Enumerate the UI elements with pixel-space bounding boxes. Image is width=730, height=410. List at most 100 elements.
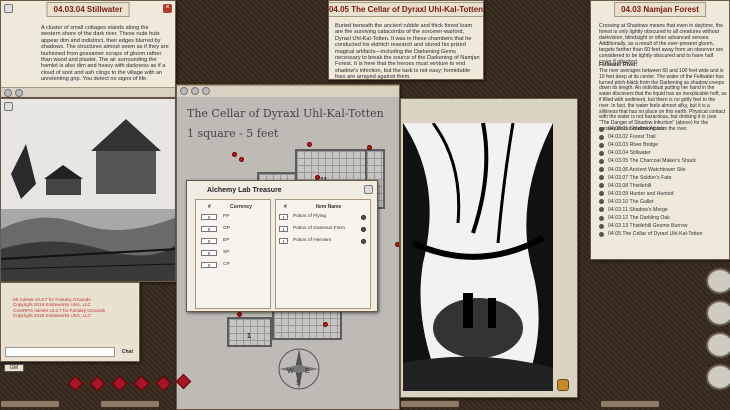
share-icon[interactable]	[15, 89, 23, 97]
list-item[interactable]: 04.03.11 Shadow's Merge	[599, 206, 729, 214]
list-item[interactable]: 04.03.05 The Charcoal Maker's Shack	[599, 157, 729, 165]
map-title: The Cellar of Dyraxl Uhl-Kal-Totten	[187, 107, 384, 120]
d8-die-icon[interactable]	[111, 375, 128, 392]
items-num-header: #	[284, 204, 287, 210]
sidebar-button[interactable]	[706, 332, 730, 358]
list-item[interactable]: 04.03.12 The Darkling Oak	[599, 214, 729, 222]
artwork-corner-button[interactable]	[557, 379, 569, 391]
svg-text:E: E	[305, 368, 310, 375]
bullet-icon	[599, 142, 604, 148]
stillwater-window[interactable]: × 04.03.04 Stillwater A cluster of small…	[0, 0, 176, 98]
window-title: 04.05 The Cellar of Dyraxl Uhl-Kal-Totte…	[329, 2, 483, 17]
treasure-title: Alchemy Lab Treasure	[207, 187, 282, 194]
currency-code: GP	[223, 226, 230, 231]
d6-die-icon[interactable]	[89, 375, 106, 392]
items-header: Item Name	[316, 204, 342, 210]
currency-header: Currency	[230, 204, 252, 210]
compass-rose-icon: W E S	[278, 348, 320, 390]
list-item[interactable]: 04.03.08 Thistlehill	[599, 182, 729, 190]
item-name[interactable]: Potion of Heroism	[293, 238, 331, 243]
currency-code: EP	[223, 238, 230, 243]
list-item[interactable]: 04.05 The Cellar of Dyraxl Uhl-Kal-Totte…	[599, 230, 729, 238]
list-item[interactable]: 04.03.13 Thistlehill Gnome Burrow	[599, 222, 729, 230]
item-qty-field[interactable]: 1	[279, 214, 288, 220]
d12-die-icon[interactable]	[155, 375, 172, 392]
hotkey-slot[interactable]	[0, 400, 60, 408]
list-item[interactable]: 04.03.10 The Gallet	[599, 198, 729, 206]
gm-identity[interactable]: GM	[4, 364, 24, 372]
d10-die-icon[interactable]	[133, 375, 150, 392]
map-room	[227, 317, 272, 347]
item-link-icon[interactable]	[361, 239, 366, 244]
bullet-icon	[599, 199, 604, 205]
list-item[interactable]: 04.03.07 The Soldier's Fate	[599, 174, 729, 182]
bullet-icon	[599, 175, 604, 181]
chat-window[interactable]: 5E ruleset v3.3.7 for Fantasy Grounds Co…	[0, 282, 140, 362]
subsection-list: 04.03.01 Shadow Attack 04.03.02 Forest T…	[599, 125, 729, 238]
close-icon[interactable]: ×	[163, 4, 172, 13]
item-qty-field[interactable]: 1	[279, 238, 288, 244]
bullet-icon	[599, 215, 604, 221]
currency-amount-field[interactable]: 0	[201, 238, 217, 244]
hotkey-slot[interactable]	[600, 400, 660, 408]
bullet-icon	[599, 183, 604, 189]
d4-die-icon[interactable]	[67, 375, 84, 392]
list-item[interactable]: 04.03.04 Stillwater	[599, 149, 729, 157]
lock-icon[interactable]	[4, 102, 13, 111]
cellar-window[interactable]: 04.05 The Cellar of Dyraxl Uhl-Kal-Totte…	[328, 0, 484, 80]
item-link-icon[interactable]	[361, 215, 366, 220]
window-title: 04.03 Namjan Forest	[614, 2, 706, 17]
svg-text:W: W	[287, 368, 294, 375]
currency-num-header: #	[208, 204, 211, 210]
sidebar-button[interactable]	[706, 300, 730, 326]
map-room	[295, 149, 375, 184]
stillwater-image-window[interactable]	[0, 98, 176, 282]
chat-input[interactable]	[5, 347, 115, 357]
map-pin-icon[interactable]	[232, 152, 237, 157]
item-link-icon[interactable]	[361, 227, 366, 232]
map-pin-icon[interactable]	[239, 157, 244, 162]
chat-line: Copyright 2019 Smiteworks USA, LLC	[13, 313, 91, 319]
list-item[interactable]: 04.03.06 Ancient Watchtower Site	[599, 165, 729, 173]
list-item[interactable]: 04.03.09 Hunter and Hunted	[599, 190, 729, 198]
map-pin-icon[interactable]	[323, 322, 328, 327]
currency-amount-field[interactable]: 0	[201, 214, 217, 220]
story-text: Crossing at Shadows means that even in d…	[599, 23, 724, 65]
currency-amount-field[interactable]: 0	[201, 262, 217, 268]
sidebar-button[interactable]	[706, 364, 730, 390]
map-pin-icon[interactable]	[307, 142, 312, 147]
bullet-icon	[599, 223, 604, 229]
hotkey-slot[interactable]	[400, 400, 460, 408]
namjan-window[interactable]: 04.03 Namjan Forest Crossing at Shadows …	[590, 0, 730, 260]
artwork-window[interactable]	[400, 98, 578, 398]
list-item[interactable]: 04.03.03 River Bridge	[599, 141, 729, 149]
stillwater-image	[1, 99, 175, 281]
shadow-artwork-image	[403, 123, 553, 391]
window-title: 04.03.04 Stillwater	[46, 2, 130, 17]
tool-icon[interactable]	[202, 87, 210, 95]
map-toolbar	[177, 85, 399, 97]
sidebar-button[interactable]	[706, 268, 730, 294]
list-item[interactable]: 04.03.01 Shadow Attack	[599, 125, 729, 133]
map-pin-icon[interactable]	[367, 145, 372, 150]
river-text: The river averages between 60 and 100 fe…	[599, 68, 727, 132]
tool-icon[interactable]	[191, 87, 199, 95]
lock-icon[interactable]	[4, 4, 13, 13]
item-qty-field[interactable]: 1	[279, 226, 288, 232]
item-name[interactable]: Potion of Flying	[293, 214, 326, 219]
tool-icon[interactable]	[180, 87, 188, 95]
map-pin-icon[interactable]	[237, 312, 242, 317]
currency-code: CP	[223, 262, 230, 267]
treasure-window[interactable]: Alchemy Lab Treasure # Currency # Item N…	[186, 180, 378, 312]
hotkey-slot[interactable]	[100, 400, 160, 408]
bullet-icon	[599, 191, 604, 197]
bullet-icon	[599, 207, 604, 213]
gear-icon[interactable]	[4, 89, 12, 97]
item-name[interactable]: Potion of Gaseous Form	[293, 226, 345, 231]
bullet-icon	[599, 167, 604, 173]
list-item[interactable]: 04.03.02 Forest Trail	[599, 133, 729, 141]
currency-amount-field[interactable]: 0	[201, 250, 217, 256]
bullet-icon	[599, 150, 604, 156]
currency-amount-field[interactable]: 0	[201, 226, 217, 232]
lock-icon[interactable]	[364, 185, 373, 194]
